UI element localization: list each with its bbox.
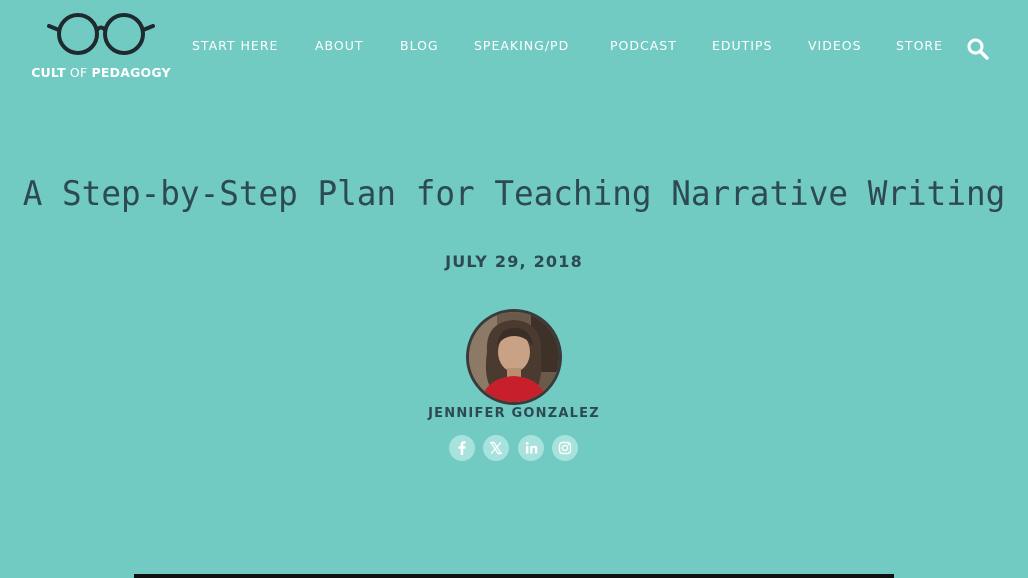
author-avatar[interactable]	[466, 309, 562, 405]
linkedin-button[interactable]	[518, 435, 544, 461]
nav-item-start-here[interactable]: START HERE	[192, 38, 278, 54]
glasses-icon	[47, 13, 155, 55]
video-embed-edge	[134, 574, 894, 578]
nav-item-speaking-pd[interactable]: SPEAKING/PD	[474, 38, 569, 54]
search-icon	[967, 38, 989, 60]
nav-item-store[interactable]: STORE	[896, 38, 943, 54]
author-photo	[469, 312, 559, 402]
x-twitter-button[interactable]	[483, 435, 509, 461]
facebook-button[interactable]	[449, 435, 475, 461]
search-button[interactable]	[966, 37, 990, 61]
instagram-button[interactable]	[552, 435, 578, 461]
site-logo[interactable]: CULT OF PEDAGOGY	[28, 12, 174, 84]
site-header: CULT OF PEDAGOGY START HERE ABOUT BLOG S…	[0, 0, 1028, 100]
instagram-icon	[558, 441, 572, 455]
nav-item-videos[interactable]: VIDEOS	[808, 38, 862, 54]
article-date: JULY 29, 2018	[445, 252, 583, 271]
logo-wordmark: CULT OF PEDAGOGY	[31, 65, 171, 80]
linkedin-icon	[525, 442, 538, 454]
author-name[interactable]: JENNIFER GONZALEZ	[0, 406, 1028, 421]
nav-item-blog[interactable]: BLOG	[400, 38, 439, 54]
x-twitter-icon	[489, 441, 503, 455]
article-title: A Step-by-Step Plan for Teaching Narrati…	[22, 174, 1006, 214]
nav-item-podcast[interactable]: PODCAST	[610, 38, 677, 54]
nav-item-about[interactable]: ABOUT	[315, 38, 364, 54]
nav-item-edutips[interactable]: EDUTIPS	[712, 38, 772, 54]
facebook-icon	[458, 441, 466, 455]
